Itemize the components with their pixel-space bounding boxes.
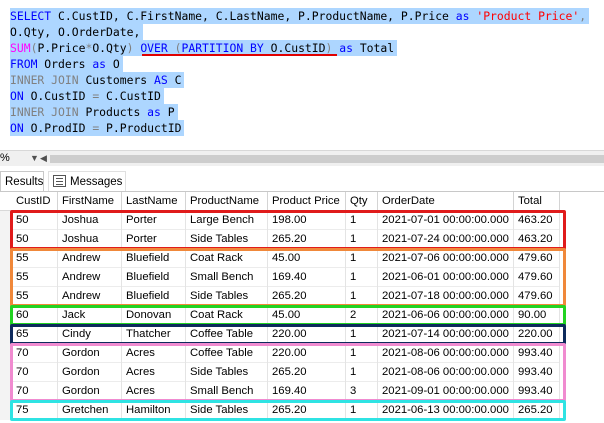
sql-token: ON [10,89,31,103]
zoom-label[interactable]: % [0,152,10,164]
custid-group-highlight [10,343,566,402]
sql-token: Total [359,41,395,55]
custid-group-highlight [10,324,566,345]
sql-token: O.Qty, O.OrderDate, [10,25,141,39]
sql-token: O.CustID [30,89,93,103]
partition-underline [142,54,337,56]
sql-line[interactable]: O.Qty, O.OrderDate, [10,24,144,40]
sql-token: as [147,105,168,119]
sql-token: O.ProdID [30,121,93,135]
sql-token: ON [10,121,31,135]
tab-results[interactable]: Results [0,171,44,191]
custid-group-highlight [10,210,566,250]
sql-line[interactable]: INNER JOIN Products as P [10,104,178,120]
sql-token: Products [85,105,148,119]
sql-line[interactable]: ON O.CustID = C.CustID [10,88,164,104]
sql-token: INNER JOIN [10,105,86,119]
sql-line[interactable]: ON O.ProdID = P.ProductID [10,120,185,136]
column-header[interactable]: CustID [12,192,58,211]
sql-token: C [174,73,182,87]
sql-token: Orders [44,57,93,71]
tab-results-label: Results [5,176,44,188]
sql-line[interactable]: SELECT C.CustID, C.FirstName, C.LastName… [10,8,590,24]
column-header[interactable]: Qty [346,192,378,211]
sql-token: PARTITION BY [181,41,271,55]
sql-token: , [579,9,587,23]
scroll-left-icon[interactable]: ◀ [40,153,47,164]
sql-token: = [92,89,107,103]
sql-token: INNER JOIN [10,73,86,87]
column-header[interactable]: Product Price [268,192,346,211]
sql-token: ) [325,41,340,55]
zoom-bar: % ▼ ◀ [0,150,604,166]
horizontal-scrollbar-thumb[interactable] [50,155,604,163]
sql-token: C.CustID, C.FirstName, C.LastName, P.Pro… [58,9,456,23]
sql-token: C.CustID [106,89,161,103]
sql-token: P.ProductID [106,121,182,135]
sql-token: Customers [85,73,155,87]
zoom-dropdown-icon[interactable]: ▼ [30,153,39,163]
sql-token: FROM [10,57,45,71]
column-header[interactable]: LastName [122,192,186,211]
sql-token: O.CustID [270,41,326,55]
grid-header: CustID FirstName LastName ProductName Produc… [0,192,560,211]
sql-token: SUM [10,41,31,55]
custid-group-highlight [10,248,566,307]
sql-token: = [92,121,107,135]
sql-token: 'Product Price' [476,9,580,23]
sql-editor[interactable]: SELECT C.CustID, C.FirstName, C.LastName… [0,0,604,150]
tab-messages[interactable]: Messages [48,171,126,191]
sql-line[interactable]: INNER JOIN Customers AS C [10,72,185,88]
column-header[interactable]: FirstName [58,192,122,211]
custid-group-highlight [10,305,566,326]
sql-token: as [92,57,113,71]
sql-token: OVER [140,41,175,55]
sql-token: as [339,41,360,55]
sql-line[interactable]: FROM Orders as O [10,56,123,72]
column-header[interactable]: ProductName [186,192,268,211]
results-grid[interactable]: CustID FirstName LastName ProductName Produc… [0,192,604,423]
sql-token: AS [154,73,175,87]
custid-group-highlight [10,400,566,421]
column-header[interactable]: Total [514,192,560,211]
sql-token: O [112,57,120,71]
messages-icon [53,175,66,187]
sql-token: ) [126,41,141,55]
sql-token: O.Qty [92,41,127,55]
tab-messages-label: Messages [70,176,123,188]
sql-token: P.Price [37,41,86,55]
column-header[interactable]: OrderDate [378,192,514,211]
results-tabs: Results Messages [0,170,604,192]
sql-token: P [167,105,175,119]
sql-token: SELECT [10,9,59,23]
sql-token: as [455,9,477,23]
